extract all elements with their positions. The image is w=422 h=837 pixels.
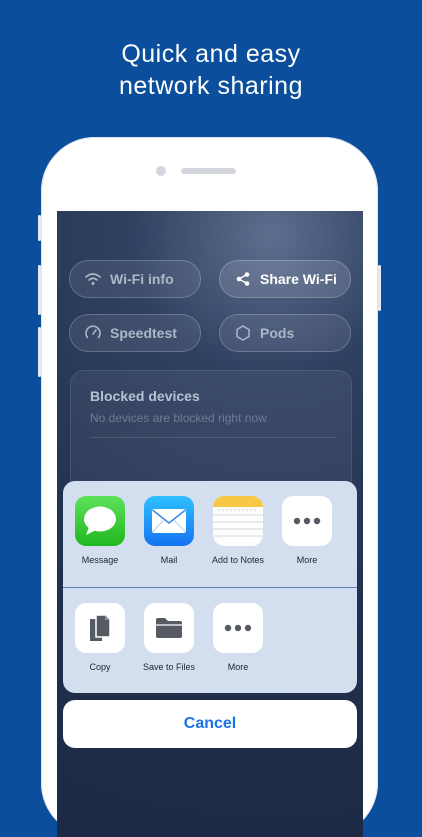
share-action-save-to-files[interactable]: Save to Files (131, 603, 207, 672)
share-app-label: Add to Notes (211, 555, 265, 565)
share-action-label: Save to Files (142, 662, 196, 672)
headline-line-2: network sharing (119, 72, 303, 100)
folder-icon (144, 603, 194, 653)
mute-switch (38, 215, 41, 241)
earpiece-speaker (181, 168, 236, 174)
share-app-mail[interactable]: Mail (131, 496, 207, 565)
share-app-label: Message (81, 555, 119, 565)
copy-icon (75, 603, 125, 653)
divider (90, 437, 337, 438)
notes-icon (213, 496, 263, 546)
more-icon (282, 496, 332, 546)
power-button (378, 265, 381, 311)
pods-label: Pods (260, 325, 295, 341)
headline: Quick and easy network sharing (0, 38, 422, 102)
share-action-copy[interactable]: Copy (63, 603, 138, 672)
speedometer-icon (84, 324, 102, 342)
wifi-info-button[interactable]: Wi-Fi info (69, 260, 201, 298)
share-app-label: More (296, 555, 318, 565)
blocked-devices-title: Blocked devices (90, 388, 200, 404)
front-camera (156, 166, 166, 176)
mail-icon (144, 496, 194, 546)
share-sheet-divider (63, 587, 357, 588)
share-sheet: Message Mail Add to Notes More Copy Save… (63, 481, 357, 693)
share-icon (234, 270, 252, 288)
hexagon-icon (234, 324, 252, 342)
share-app-more[interactable]: More (269, 496, 345, 565)
messages-icon (75, 496, 125, 546)
speedtest-label: Speedtest (110, 325, 177, 341)
share-action-label: Copy (89, 662, 111, 672)
share-app-notes[interactable]: Add to Notes (200, 496, 276, 565)
more-icon (213, 603, 263, 653)
volume-down-button (38, 327, 41, 377)
share-wifi-button[interactable]: Share Wi-Fi (219, 260, 351, 298)
blocked-devices-subtitle: No devices are blocked right now (90, 411, 267, 425)
cancel-button[interactable]: Cancel (63, 700, 357, 748)
wifi-icon (84, 270, 102, 288)
share-app-label: Mail (160, 555, 178, 565)
wifi-info-label: Wi-Fi info (110, 271, 174, 287)
headline-line-1: Quick and easy (121, 40, 301, 68)
pods-button[interactable]: Pods (219, 314, 351, 352)
speedtest-button[interactable]: Speedtest (69, 314, 201, 352)
share-wifi-label: Share Wi-Fi (260, 271, 337, 287)
volume-up-button (38, 265, 41, 315)
share-action-more[interactable]: More (200, 603, 276, 672)
share-app-message[interactable]: Message (63, 496, 138, 565)
share-action-label: More (227, 662, 249, 672)
